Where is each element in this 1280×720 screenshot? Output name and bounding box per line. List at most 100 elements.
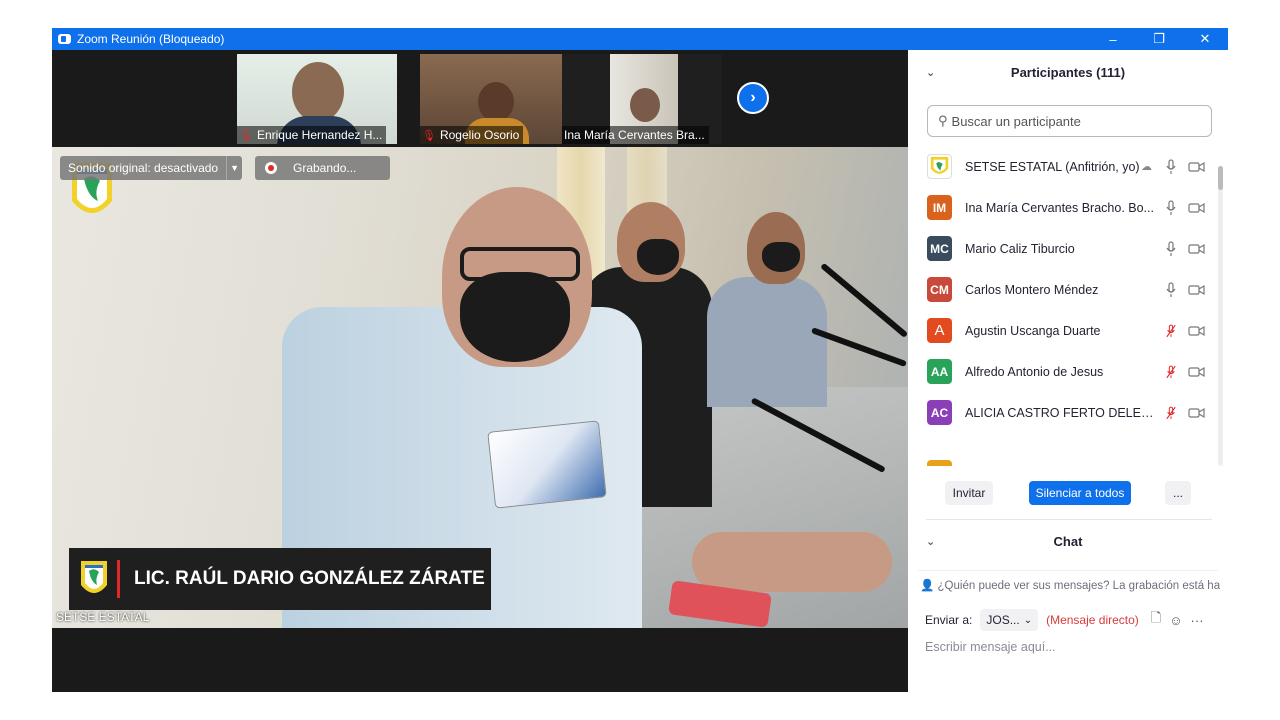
caret-down-icon[interactable]: ▼ (226, 156, 242, 180)
window-title: Zoom Reunión (Bloqueado) (77, 32, 225, 46)
participant-name: ALICIA CASTRO FERTO DELEGAC... (965, 405, 1163, 420)
recording-indicator[interactable]: Grabando... (255, 156, 390, 180)
participant-name: Agustin Uscanga Duarte (965, 323, 1101, 338)
emoji-icon[interactable]: ☺ (1169, 613, 1182, 628)
title-bar: Zoom Reunión (Bloqueado) – ❐ ✕ (52, 28, 1228, 50)
chat-header: ⌄ Chat (908, 525, 1228, 557)
avatar (927, 154, 952, 179)
mic-muted-icon[interactable] (1166, 405, 1176, 421)
camera-icon[interactable] (1188, 325, 1205, 337)
search-icon: ⚲ (938, 113, 948, 128)
participants-title: Participantes (111) (1010, 64, 1126, 80)
camera-icon[interactable] (1188, 161, 1205, 173)
speaker-name: LIC. RAÚL DARIO GONZÁLEZ ZÁRATE (134, 568, 485, 589)
recording-label: Grabando... (293, 161, 357, 175)
recipient-dropdown[interactable]: JOS... ⌄ (980, 609, 1039, 631)
search-placeholder: Buscar un participante (951, 113, 1081, 129)
active-speaker-video: LIC. RAÚL DARIO GONZÁLEZ ZÁRATE SETSE ES… (52, 147, 908, 628)
participant-name: Ina María Cervantes Bracho. Bo... (965, 200, 1154, 215)
mic-icon[interactable] (1166, 158, 1176, 175)
cloud-recording-icon: ☁ (1141, 161, 1152, 173)
video-thumbnail[interactable]: 🎙 Rogelio Osorio (420, 54, 580, 144)
next-page-button[interactable]: › (737, 82, 769, 114)
chat-input-placeholder: Escribir mensaje aquí... (925, 640, 1056, 654)
participant-row[interactable]: SETSE ESTATAL (Anfitrión, yo) ☁ (908, 146, 1218, 187)
participant-row[interactable]: AA Alfredo Antonio de Jesus (908, 351, 1218, 392)
mic-muted-icon[interactable] (1166, 364, 1176, 380)
participant-name: Carlos Montero Méndez (965, 282, 1099, 297)
recipient-value: JOS... (986, 613, 1020, 627)
video-stage: 🎙 Enrique Hernandez H... 🎙 Rogelio Osorio … (52, 50, 908, 692)
invite-button[interactable]: Invitar (945, 481, 993, 505)
video-thumbnail[interactable]: 🎙 Enrique Hernandez H... (237, 54, 397, 144)
thumbnail-name: Ina María Cervantes Bra... (564, 128, 705, 142)
mic-icon[interactable] (1166, 240, 1176, 257)
thumbnail-name: Enrique Hernandez H... (256, 128, 383, 142)
participant-row[interactable]: AC ALICIA CASTRO FERTO DELEGAC... (908, 392, 1218, 433)
person-lock-icon: 👤 (920, 580, 935, 592)
camera-icon[interactable] (1188, 202, 1205, 214)
mic-muted-icon[interactable] (1166, 323, 1176, 339)
more-options-button[interactable]: ... (1165, 481, 1191, 505)
record-icon (265, 162, 277, 174)
speaker-name-banner: LIC. RAÚL DARIO GONZÁLEZ ZÁRATE (69, 548, 491, 610)
participant-search-input[interactable]: ⚲ Buscar un participante (927, 105, 1212, 137)
avatar: CM (927, 277, 952, 302)
participant-row[interactable]: IM Ina María Cervantes Bracho. Bo... (908, 187, 1218, 228)
chat-title: Chat (1053, 533, 1083, 549)
original-sound-label: Sonido original: desactivado (68, 161, 219, 175)
participant-name: Mario Caliz Tiburcio (965, 241, 1075, 256)
avatar: IM (927, 195, 952, 220)
video-owner-label: SETSE ESTATAL (56, 610, 150, 624)
avatar: A (927, 318, 952, 343)
zoom-logo-icon (58, 34, 71, 44)
camera-icon[interactable] (1188, 407, 1205, 419)
notice-text: ¿Quién puede ver sus mensajes? La grabac… (937, 580, 1220, 592)
send-to-row: Enviar a: JOS... ⌄ (Mensaje directo) 🗋 ☺… (925, 608, 1204, 632)
chat-message-input[interactable]: Escribir mensaje aquí... (925, 640, 1056, 654)
video-thumbnail[interactable]: Ina María Cervantes Bra... (562, 54, 722, 144)
participants-header: ⌄ Participantes (111) (908, 50, 1228, 94)
close-button[interactable]: ✕ (1182, 28, 1228, 50)
file-icon[interactable]: 🗋 (1151, 609, 1161, 631)
chevron-right-icon: › (750, 89, 756, 106)
avatar: AC (927, 400, 952, 425)
direct-message-label: (Mensaje directo) (1046, 613, 1139, 627)
mute-all-button[interactable]: Silenciar a todos (1029, 481, 1131, 505)
original-sound-toggle[interactable]: Sonido original: desactivado ▼ (60, 156, 243, 180)
send-to-label: Enviar a: (925, 613, 973, 627)
participant-row[interactable]: MC Mario Caliz Tiburcio (908, 228, 1218, 269)
thumbnail-name: Rogelio Osorio (439, 128, 520, 142)
delegate-id-card (488, 421, 606, 508)
collapse-chevron-icon[interactable]: ⌄ (926, 535, 935, 548)
participant-actions: Invitar Silenciar a todos ... (908, 481, 1228, 505)
side-panel: ⌄ Participantes (111) ⚲ Buscar un partic… (908, 50, 1228, 692)
participant-row[interactable]: A Agustin Uscanga Duarte (908, 310, 1218, 351)
participant-name: Alfredo Antonio de Jesus (965, 364, 1104, 379)
mic-muted-icon: 🎙 (239, 129, 253, 142)
chat-visibility-notice[interactable]: 👤 ¿Quién puede ver sus mensajes? La grab… (920, 578, 1220, 592)
camera-icon[interactable] (1188, 366, 1205, 378)
avatar (927, 460, 952, 466)
minimize-button[interactable]: – (1090, 28, 1136, 50)
collapse-chevron-icon[interactable]: ⌄ (926, 66, 935, 79)
mic-icon[interactable] (1166, 281, 1176, 298)
more-icon[interactable]: ··· (1191, 613, 1204, 628)
participant-row[interactable] (908, 433, 1218, 466)
participant-list-scrollbar[interactable] (1218, 166, 1223, 466)
participant-name: SETSE ESTATAL (Anfitrión, yo) (965, 159, 1140, 174)
camera-icon[interactable] (1188, 243, 1205, 255)
panel-divider (926, 519, 1212, 520)
avatar: AA (927, 359, 952, 384)
camera-icon[interactable] (1188, 284, 1205, 296)
setse-shield-icon (81, 561, 107, 593)
participant-row[interactable]: CM Carlos Montero Méndez (908, 269, 1218, 310)
mic-icon[interactable] (1166, 199, 1176, 216)
restore-button[interactable]: ❐ (1136, 28, 1182, 50)
chat-divider (918, 570, 1218, 571)
mic-muted-icon: 🎙 (422, 129, 436, 142)
participant-list: SETSE ESTATAL (Anfitrión, yo) ☁ IM Ina M… (908, 146, 1218, 466)
avatar: MC (927, 236, 952, 261)
chevron-down-icon: ⌄ (1023, 614, 1033, 626)
zoom-window: Zoom Reunión (Bloqueado) – ❐ ✕ 🎙 Enrique … (52, 28, 1228, 692)
